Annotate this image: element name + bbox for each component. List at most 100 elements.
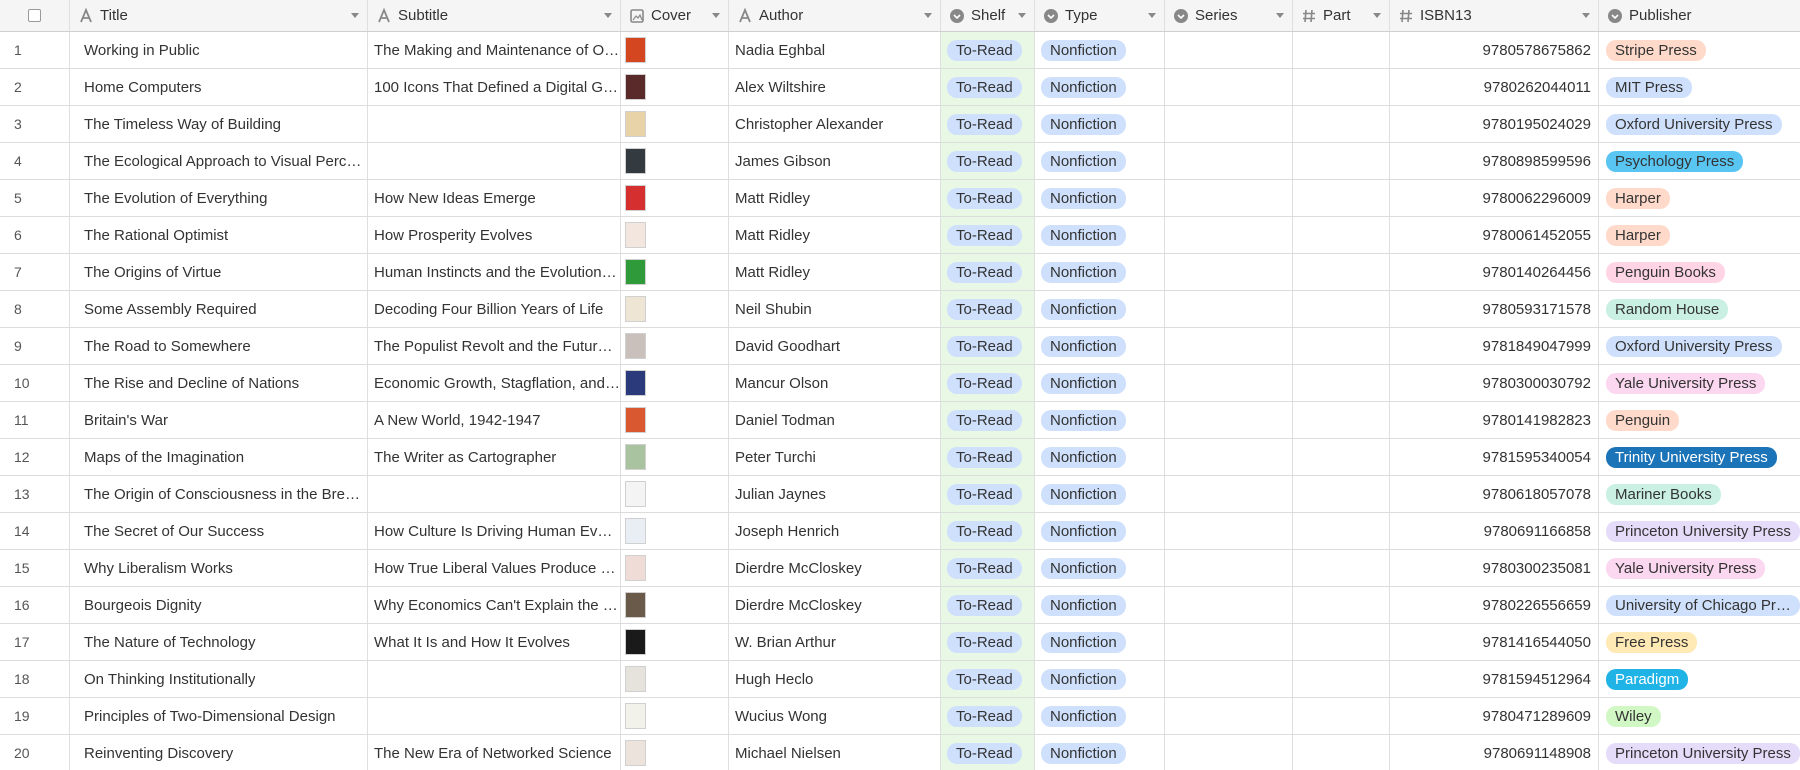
publisher-cell[interactable]: Yale University Press <box>1599 365 1800 401</box>
isbn13-cell[interactable]: 9780300235081 <box>1390 550 1599 586</box>
part-cell[interactable] <box>1293 254 1390 290</box>
cover-thumbnail[interactable] <box>625 148 646 174</box>
shelf-cell[interactable]: To-Read <box>941 32 1035 68</box>
part-cell[interactable] <box>1293 476 1390 512</box>
series-cell[interactable] <box>1165 217 1293 253</box>
table-row[interactable]: 6 The Rational Optimist How Prosperity E… <box>0 217 1800 254</box>
title-cell[interactable]: The Ecological Approach to Visual Percep… <box>70 143 368 179</box>
type-cell[interactable]: Nonfiction <box>1035 254 1165 290</box>
series-cell[interactable] <box>1165 143 1293 179</box>
title-cell[interactable]: Reinventing Discovery <box>70 735 368 770</box>
series-cell[interactable] <box>1165 439 1293 475</box>
table-row[interactable]: 7 The Origins of Virtue Human Instincts … <box>0 254 1800 291</box>
series-cell[interactable] <box>1165 328 1293 364</box>
isbn13-cell[interactable]: 9781416544050 <box>1390 624 1599 660</box>
table-row[interactable]: 17 The Nature of Technology What It Is a… <box>0 624 1800 661</box>
row-number-cell[interactable]: 13 <box>0 476 70 512</box>
column-header-author[interactable]: Author <box>729 0 941 31</box>
author-cell[interactable]: Hugh Heclo <box>729 661 941 697</box>
publisher-cell[interactable]: Psychology Press <box>1599 143 1800 179</box>
cover-thumbnail[interactable] <box>625 296 646 322</box>
type-cell[interactable]: Nonfiction <box>1035 476 1165 512</box>
series-cell[interactable] <box>1165 32 1293 68</box>
subtitle-cell[interactable]: What It Is and How It Evolves <box>368 624 621 660</box>
row-number-cell[interactable]: 16 <box>0 587 70 623</box>
shelf-cell[interactable]: To-Read <box>941 254 1035 290</box>
column-header-cover[interactable]: Cover <box>621 0 729 31</box>
cover-cell[interactable] <box>621 439 729 475</box>
type-cell[interactable]: Nonfiction <box>1035 143 1165 179</box>
title-cell[interactable]: The Rise and Decline of Nations <box>70 365 368 401</box>
publisher-cell[interactable]: Yale University Press <box>1599 550 1800 586</box>
shelf-cell[interactable]: To-Read <box>941 69 1035 105</box>
chevron-down-icon[interactable] <box>604 13 612 18</box>
cover-thumbnail[interactable] <box>625 111 646 137</box>
cover-cell[interactable] <box>621 365 729 401</box>
title-cell[interactable]: Home Computers <box>70 69 368 105</box>
row-number-cell[interactable]: 14 <box>0 513 70 549</box>
table-row[interactable]: 3 The Timeless Way of Building Christoph… <box>0 106 1800 143</box>
type-cell[interactable]: Nonfiction <box>1035 328 1165 364</box>
author-cell[interactable]: Wucius Wong <box>729 698 941 734</box>
cover-thumbnail[interactable] <box>625 370 646 396</box>
part-cell[interactable] <box>1293 661 1390 697</box>
chevron-down-icon[interactable] <box>924 13 932 18</box>
publisher-cell[interactable]: University of Chicago Press <box>1599 587 1800 623</box>
shelf-cell[interactable]: To-Read <box>941 106 1035 142</box>
shelf-cell[interactable]: To-Read <box>941 439 1035 475</box>
table-row[interactable]: 8 Some Assembly Required Decoding Four B… <box>0 291 1800 328</box>
subtitle-cell[interactable] <box>368 143 621 179</box>
row-number-cell[interactable]: 5 <box>0 180 70 216</box>
title-cell[interactable]: The Rational Optimist <box>70 217 368 253</box>
publisher-cell[interactable]: Penguin Books <box>1599 254 1800 290</box>
subtitle-cell[interactable]: A New World, 1942-1947 <box>368 402 621 438</box>
subtitle-cell[interactable]: Human Instincts and the Evolution of Coo… <box>368 254 621 290</box>
title-cell[interactable]: The Nature of Technology <box>70 624 368 660</box>
author-cell[interactable]: Matt Ridley <box>729 254 941 290</box>
cover-thumbnail[interactable] <box>625 37 646 63</box>
cover-cell[interactable] <box>621 291 729 327</box>
title-cell[interactable]: Working in Public <box>70 32 368 68</box>
subtitle-cell[interactable]: How Prosperity Evolves <box>368 217 621 253</box>
publisher-cell[interactable]: Penguin <box>1599 402 1800 438</box>
column-header-series[interactable]: Series <box>1165 0 1293 31</box>
subtitle-cell[interactable]: The New Era of Networked Science <box>368 735 621 770</box>
column-header-part[interactable]: Part <box>1293 0 1390 31</box>
publisher-cell[interactable]: Oxford University Press <box>1599 106 1800 142</box>
table-row[interactable]: 4 The Ecological Approach to Visual Perc… <box>0 143 1800 180</box>
table-row[interactable]: 20 Reinventing Discovery The New Era of … <box>0 735 1800 770</box>
isbn13-cell[interactable]: 9780618057078 <box>1390 476 1599 512</box>
series-cell[interactable] <box>1165 254 1293 290</box>
subtitle-cell[interactable] <box>368 698 621 734</box>
table-row[interactable]: 18 On Thinking Institutionally Hugh Hecl… <box>0 661 1800 698</box>
part-cell[interactable] <box>1293 735 1390 770</box>
cover-thumbnail[interactable] <box>625 185 646 211</box>
shelf-cell[interactable]: To-Read <box>941 180 1035 216</box>
column-header-isbn13[interactable]: ISBN13 <box>1390 0 1599 31</box>
chevron-down-icon[interactable] <box>1018 13 1026 18</box>
type-cell[interactable]: Nonfiction <box>1035 624 1165 660</box>
title-cell[interactable]: The Origin of Consciousness in the Break… <box>70 476 368 512</box>
publisher-cell[interactable]: Wiley <box>1599 698 1800 734</box>
shelf-cell[interactable]: To-Read <box>941 661 1035 697</box>
part-cell[interactable] <box>1293 402 1390 438</box>
type-cell[interactable]: Nonfiction <box>1035 180 1165 216</box>
cover-thumbnail[interactable] <box>625 74 646 100</box>
shelf-cell[interactable]: To-Read <box>941 624 1035 660</box>
publisher-cell[interactable]: Stripe Press <box>1599 32 1800 68</box>
author-cell[interactable]: Dierdre McCloskey <box>729 550 941 586</box>
table-row[interactable]: 16 Bourgeois Dignity Why Economics Can't… <box>0 587 1800 624</box>
author-cell[interactable]: David Goodhart <box>729 328 941 364</box>
shelf-cell[interactable]: To-Read <box>941 513 1035 549</box>
cover-thumbnail[interactable] <box>625 518 646 544</box>
table-row[interactable]: 12 Maps of the Imagination The Writer as… <box>0 439 1800 476</box>
isbn13-cell[interactable]: 9780471289609 <box>1390 698 1599 734</box>
author-cell[interactable]: Nadia Eghbal <box>729 32 941 68</box>
cover-cell[interactable] <box>621 106 729 142</box>
shelf-cell[interactable]: To-Read <box>941 143 1035 179</box>
title-cell[interactable]: The Road to Somewhere <box>70 328 368 364</box>
cover-cell[interactable] <box>621 32 729 68</box>
title-cell[interactable]: Britain's War <box>70 402 368 438</box>
shelf-cell[interactable]: To-Read <box>941 217 1035 253</box>
row-number-cell[interactable]: 6 <box>0 217 70 253</box>
